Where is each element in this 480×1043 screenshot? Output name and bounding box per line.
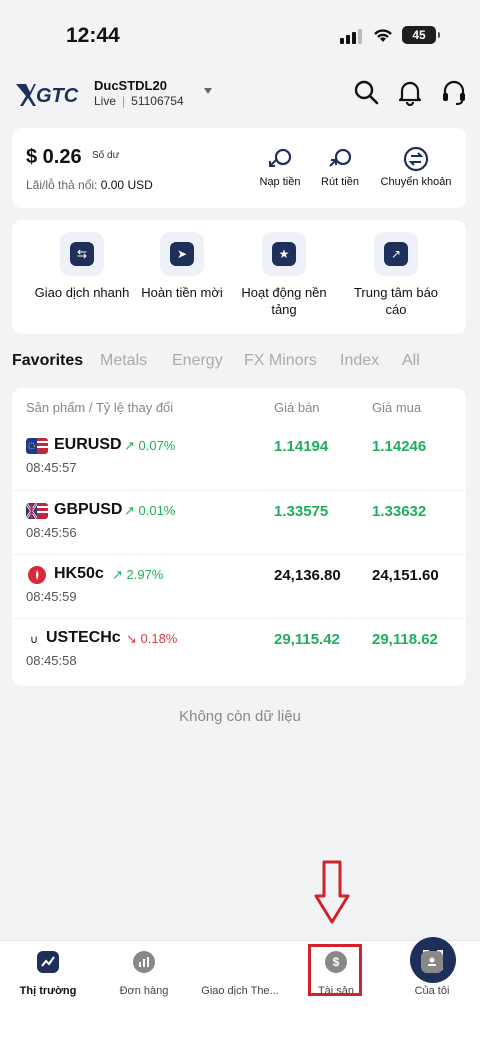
market-list: Sản phẩm / Tỷ lệ thay đổi Giá bán Giá mu…: [12, 388, 466, 686]
quote-time: 08:45:59: [26, 589, 77, 604]
floating-pnl: Lãi/lỗ thả nổi: 0.00 USD: [26, 178, 153, 192]
nav-market-label: Thị trường: [19, 985, 77, 997]
withdraw-label: Rút tiền: [321, 176, 359, 188]
market-row-eurusd[interactable]: EURUSD ↗ 0.07% 08:45:57 1.14194 1.14246: [12, 426, 466, 490]
sell-price[interactable]: 29,115.42: [274, 631, 340, 648]
shield-star-icon: ★: [272, 242, 296, 266]
report-center-shortcut[interactable]: ↗ Trung tâm báo cáo: [346, 232, 446, 318]
us-index-icon: ∪: [30, 634, 39, 646]
balance-badge: Số dư: [92, 150, 120, 161]
swap-icon: ⇆: [70, 242, 94, 266]
account-meta: Live | 51106754: [94, 94, 184, 108]
tab-metals[interactable]: Metals: [100, 352, 147, 370]
change-percent: ↗ 0.01%: [124, 503, 176, 518]
uk-us-flag-icon: [26, 503, 48, 519]
nav-trade[interactable]: Giao dịch The...: [192, 937, 456, 997]
tab-all[interactable]: All: [402, 352, 420, 370]
svg-text:GTC: GTC: [36, 85, 79, 107]
nav-profile-label: Của tôi: [414, 985, 450, 997]
buy-price[interactable]: 24,151.60: [372, 567, 439, 584]
pnl-value: 0.00: [100, 178, 125, 192]
symbol-name: USTECHc: [46, 629, 121, 646]
deposit-button[interactable]: Nạp tiền: [256, 146, 304, 188]
feature-shortcuts: ⇆ Giao dịch nhanh ➤ Hoàn tiền mời ★ Hoạt…: [12, 220, 466, 334]
symbol-name: EURUSD: [54, 436, 122, 453]
search-icon[interactable]: [352, 78, 380, 106]
brand-logo: GTC: [16, 84, 79, 107]
market-row-hk50c[interactable]: HK50c ↗ 2.97% 08:45:59 24,136.80 24,151.…: [12, 554, 466, 618]
market-category-tabs: Favorites Metals Energy FX Minors Index …: [0, 352, 480, 376]
wifi-icon: [374, 29, 392, 42]
change-percent: ↗ 2.97%: [112, 567, 164, 582]
tab-favorites[interactable]: Favorites: [12, 352, 83, 370]
deposit-label: Nạp tiền: [259, 176, 301, 188]
symbol-name: HK50c: [54, 565, 104, 582]
quote-time: 08:45:57: [26, 460, 77, 475]
annotation-arrow-icon: [314, 860, 350, 924]
referral-rebate-shortcut[interactable]: ➤ Hoàn tiền mời: [136, 232, 228, 301]
deposit-icon: [269, 148, 292, 167]
symbol-name: GBPUSD: [54, 501, 123, 518]
pnl-currency: USD: [127, 178, 153, 192]
market-row-ustechc[interactable]: ∪ USTECHc ↘ 0.18% 08:45:58 29,115.42 29,…: [12, 618, 466, 682]
transfer-button[interactable]: Chuyển khoản: [376, 146, 456, 188]
pnl-label: Lãi/lỗ thả nổi:: [26, 178, 98, 192]
report-center-label: Trung tâm báo cáo: [353, 285, 439, 317]
column-header-sell: Giá bán: [274, 400, 320, 415]
headset-icon[interactable]: [440, 78, 468, 106]
battery-indicator: 45: [402, 26, 440, 44]
bell-icon[interactable]: [396, 78, 424, 106]
account-name: DucSTDL20: [94, 78, 167, 93]
withdraw-icon: [329, 148, 352, 167]
buy-price[interactable]: 29,118.62: [372, 631, 438, 648]
tab-fx-minors[interactable]: FX Minors: [244, 352, 317, 370]
bottom-navigation: Thị trường Đơn hàng Giao dịch The... $ T…: [0, 937, 480, 1043]
chevron-down-icon[interactable]: [204, 88, 212, 94]
status-time: 12:44: [66, 24, 120, 47]
orders-chart-icon: [133, 951, 155, 973]
buy-price[interactable]: 1.33632: [372, 503, 426, 520]
balance-card: $ 0.26 Số dư Lãi/lỗ thả nổi: 0.00 USD Nạ…: [12, 128, 466, 208]
referral-rebate-label: Hoàn tiền mời: [141, 285, 223, 300]
market-row-gbpusd[interactable]: GBPUSD ↗ 0.01% 08:45:56 1.33575 1.33632: [12, 490, 466, 554]
nav-profile[interactable]: Của tôi: [384, 951, 480, 997]
sell-price[interactable]: 1.14194: [274, 438, 328, 455]
status-bar: 12:44 45: [0, 0, 480, 70]
transfer-label: Chuyển khoản: [380, 176, 452, 188]
nav-orders[interactable]: Đơn hàng: [96, 951, 192, 997]
platform-activity-shortcut[interactable]: ★ Hoạt động nền tảng: [234, 232, 334, 318]
column-header-buy: Giá mua: [372, 400, 422, 415]
profile-icon: [421, 951, 443, 973]
quick-trade-label: Giao dịch nhanh: [34, 285, 130, 300]
quote-time: 08:45:56: [26, 525, 77, 540]
app-header: GTC DucSTDL20 Live | 51106754: [0, 72, 480, 116]
send-icon: ➤: [170, 242, 194, 266]
market-trend-icon: [37, 951, 59, 973]
quick-trade-shortcut[interactable]: ⇆ Giao dịch nhanh: [26, 232, 138, 301]
nav-trade-label: Giao dịch The...: [201, 985, 279, 997]
annotation-highlight-box: [308, 944, 362, 996]
eu-us-flag-icon: [26, 438, 48, 454]
withdraw-button[interactable]: Rút tiền: [316, 146, 364, 188]
end-of-list-text: Không còn dữ liệu: [179, 708, 301, 725]
change-percent: ↗ 0.07%: [124, 438, 176, 453]
transfer-icon: [403, 146, 429, 172]
cellular-signal-icon: [340, 29, 362, 44]
tab-energy[interactable]: Energy: [172, 352, 223, 370]
change-percent: ↘ 0.18%: [126, 631, 178, 646]
account-mode: Live: [94, 94, 117, 108]
balance-amount: $ 0.26: [26, 146, 82, 168]
platform-activity-label: Hoạt động nền tảng: [241, 285, 327, 317]
report-chart-icon: ↗: [384, 242, 408, 266]
sell-price[interactable]: 24,136.80: [274, 567, 341, 584]
nav-market[interactable]: Thị trường: [0, 951, 96, 997]
sell-price[interactable]: 1.33575: [274, 503, 328, 520]
buy-price[interactable]: 1.14246: [372, 438, 426, 455]
hong-kong-flag-icon: [28, 566, 46, 584]
column-header-product: Sản phẩm / Tỷ lệ thay đổi: [26, 400, 174, 415]
nav-orders-label: Đơn hàng: [119, 985, 169, 997]
account-id: 51106754: [131, 94, 184, 108]
tab-index[interactable]: Index: [340, 352, 379, 370]
quote-time: 08:45:58: [26, 653, 77, 668]
